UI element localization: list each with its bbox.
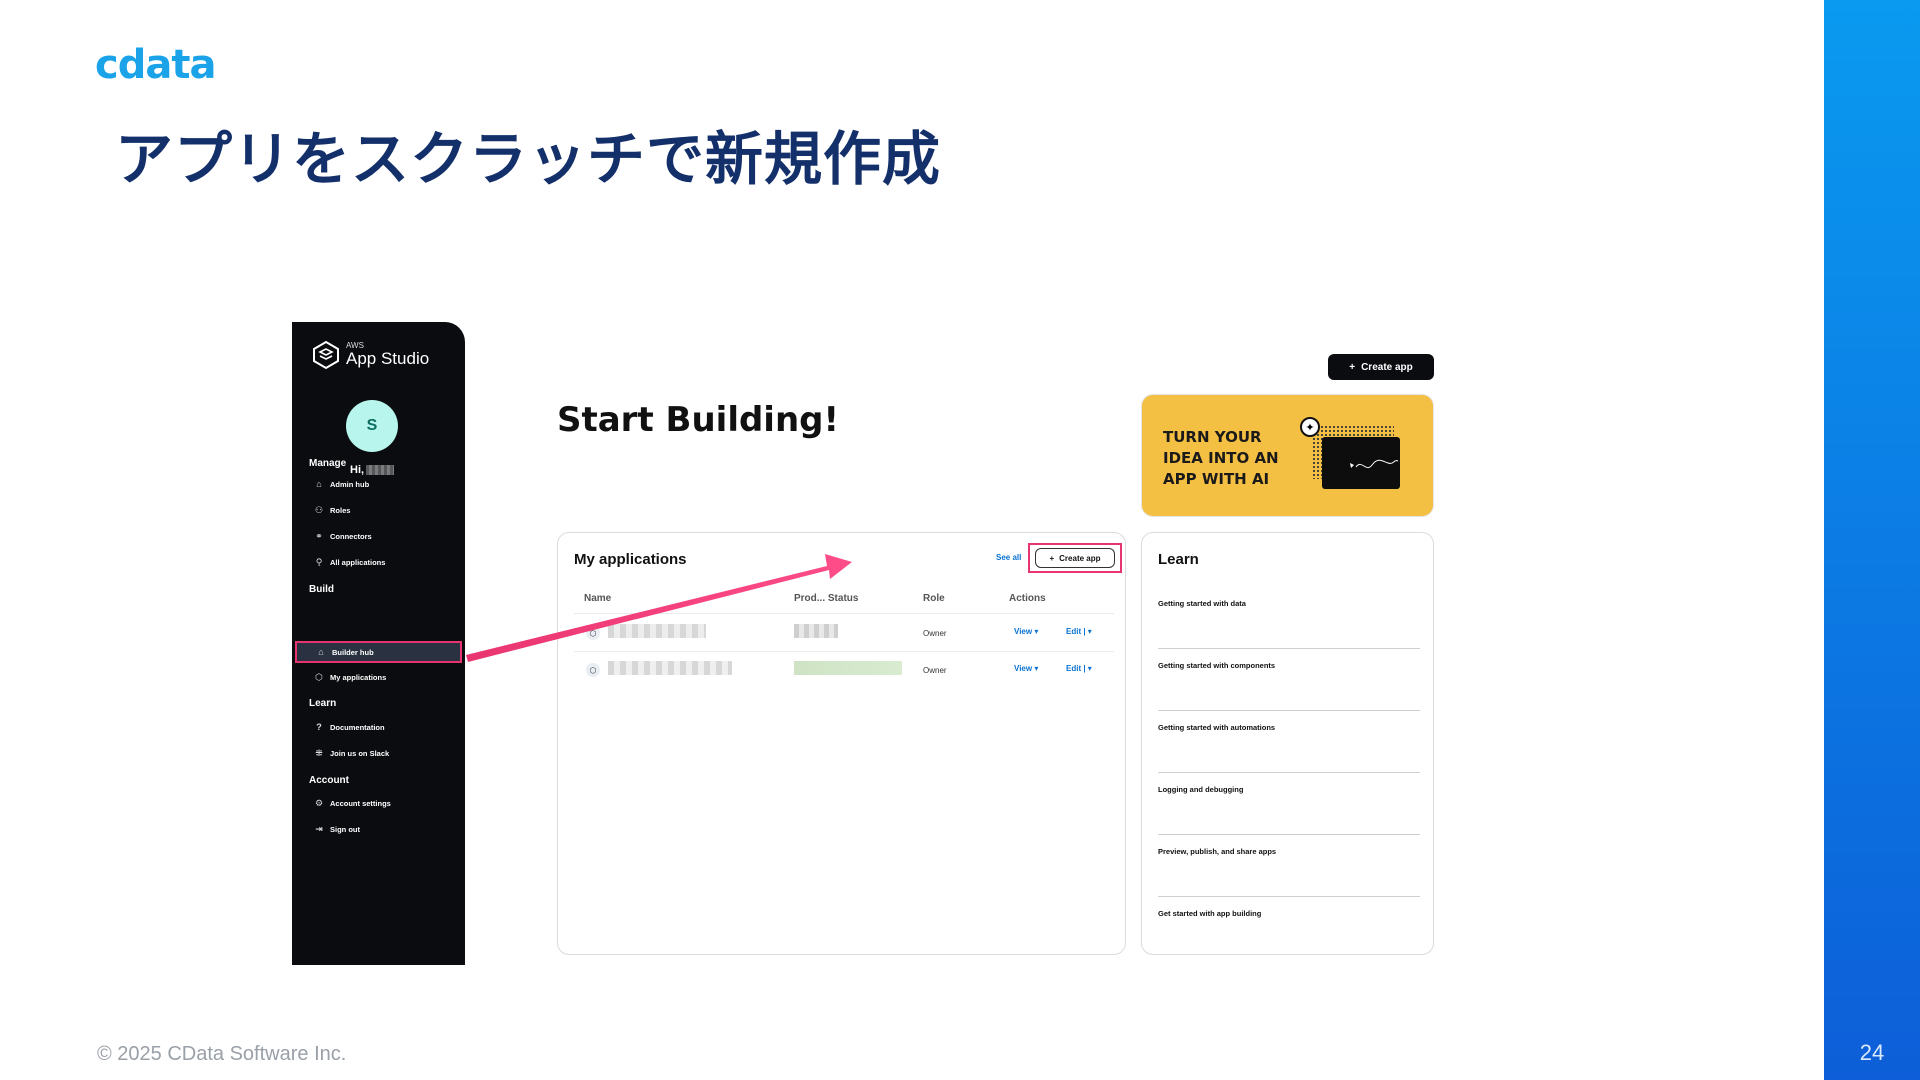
- gear-icon: ⚙: [314, 797, 324, 808]
- sidebar-item-label: Documentation: [330, 722, 385, 732]
- caret-down-icon: ▾: [1034, 627, 1039, 636]
- row-divider: [574, 613, 1114, 614]
- create-app-label: Create app: [1059, 553, 1101, 563]
- sidebar-item-label: Admin hub: [330, 479, 370, 489]
- sidebar-item-all-applications[interactable]: ⚲ All applications: [309, 551, 459, 573]
- learn-item[interactable]: Preview, publish, and share apps: [1158, 835, 1420, 897]
- sidebar-item-label: All applications: [330, 557, 386, 567]
- column-header-prod-status[interactable]: Prod... Status: [794, 593, 858, 604]
- copyright: © 2025 CData Software Inc.: [97, 1043, 347, 1065]
- caret-down-icon: ▾: [1087, 664, 1092, 673]
- role-cell: Owner: [923, 629, 947, 638]
- app-row-icon: ⬡: [586, 663, 600, 677]
- view-dropdown[interactable]: View ▾: [1014, 664, 1038, 673]
- redacted-app-name[interactable]: [608, 624, 706, 638]
- app-studio-logo[interactable]: AWS App Studio: [312, 340, 429, 370]
- app-icon: ⬡: [315, 671, 323, 682]
- sidebar-item-label: My applications: [330, 672, 387, 682]
- learn-card: Learn Getting started with data Getting …: [1141, 532, 1434, 955]
- edit-dropdown[interactable]: Edit | ▾: [1066, 627, 1092, 636]
- squiggle-icon: [1350, 459, 1399, 469]
- create-app-highlight: + Create app: [1028, 543, 1122, 573]
- section-manage: Manage: [309, 458, 347, 469]
- start-building-title: Start Building!: [557, 400, 840, 440]
- create-app-button[interactable]: + Create app: [1328, 354, 1434, 380]
- sidebar-item-builder-hub[interactable]: ⌂ Builder hub: [295, 641, 462, 663]
- sidebar-item-label: Join us on Slack: [330, 748, 390, 758]
- cdata-logo: cdata: [95, 42, 216, 88]
- edit-label: Edit: [1066, 627, 1082, 636]
- ai-banner-text: TURN YOUR IDEA INTO AN APP WITH AI: [1163, 428, 1279, 488]
- avatar[interactable]: S: [346, 400, 398, 452]
- plus-icon: +: [1349, 361, 1356, 373]
- app-studio-hex-icon: [313, 340, 339, 370]
- learn-title: Learn: [1158, 551, 1199, 568]
- app-studio-name: App Studio: [346, 348, 430, 368]
- sidebar-item-label: Connectors: [330, 531, 372, 541]
- learn-item[interactable]: Getting started with data: [1158, 587, 1420, 649]
- plus-icon: +: [1049, 553, 1055, 563]
- sidebar-item-my-applications[interactable]: ⬡ My applications: [309, 666, 459, 688]
- learn-item[interactable]: Logging and debugging: [1158, 773, 1420, 835]
- view-dropdown[interactable]: View ▾: [1014, 627, 1038, 636]
- caret-down-icon: ▾: [1087, 627, 1092, 636]
- sidebar-item-sign-out[interactable]: ⇥ Sign out: [309, 818, 459, 840]
- view-label: View: [1014, 627, 1033, 636]
- redacted-status: [794, 661, 902, 675]
- question-icon: ?: [316, 722, 322, 732]
- my-applications-title: My applications: [574, 551, 687, 568]
- sidebar: AWS App Studio S Hi, Manage ⌂ Admin hub ⚇…: [292, 322, 465, 965]
- page-number: 24: [1859, 1040, 1885, 1065]
- home-icon: ⌂: [318, 647, 324, 657]
- users-icon: ⚇: [314, 504, 324, 515]
- home-icon: ⌂: [316, 479, 322, 489]
- create-app-button-card[interactable]: + Create app: [1035, 548, 1115, 568]
- apps-search-icon: ⚲: [315, 556, 323, 567]
- column-header-name[interactable]: Name: [584, 593, 611, 604]
- edit-dropdown[interactable]: Edit | ▾: [1066, 664, 1092, 673]
- caret-down-icon: ▾: [1034, 664, 1039, 673]
- sidebar-item-roles[interactable]: ⚇ Roles: [309, 499, 459, 521]
- link-icon: ⚭: [315, 530, 323, 541]
- screen-illustration: [1322, 437, 1400, 489]
- sidebar-item-join-slack[interactable]: ⁜ Join us on Slack: [309, 742, 459, 764]
- learn-item[interactable]: Getting started with automations: [1158, 711, 1420, 773]
- ai-banner[interactable]: TURN YOUR IDEA INTO AN APP WITH AI ✦: [1141, 394, 1434, 517]
- app-studio-screenshot: AWS App Studio S Hi, Manage ⌂ Admin hub ⚇…: [292, 322, 1442, 967]
- my-applications-card: My applications See all + Create app Name…: [557, 532, 1126, 955]
- sidebar-item-label: Sign out: [330, 824, 360, 834]
- sign-out-icon: ⇥: [315, 823, 323, 834]
- section-build: Build: [309, 584, 334, 595]
- column-header-role[interactable]: Role: [923, 593, 945, 604]
- section-account: Account: [309, 775, 349, 786]
- slide-title: アプリをスクラッチで新規作成: [115, 125, 942, 193]
- right-accent-band: [1824, 0, 1920, 1080]
- sidebar-item-label: Roles: [330, 505, 351, 515]
- sidebar-item-label: Builder hub: [332, 647, 374, 657]
- sidebar-item-account-settings[interactable]: ⚙ Account settings: [309, 792, 459, 814]
- slack-icon: ⁜: [315, 747, 323, 758]
- edit-label: Edit: [1066, 664, 1082, 673]
- see-all-link[interactable]: See all: [996, 553, 1021, 562]
- section-learn: Learn: [309, 698, 337, 709]
- sidebar-item-documentation[interactable]: ? Documentation: [309, 716, 459, 738]
- view-label: View: [1014, 664, 1033, 673]
- redacted-status: [794, 624, 838, 638]
- redacted-app-name[interactable]: [608, 661, 732, 675]
- sparkle-icon: ✦: [1300, 417, 1320, 437]
- sidebar-item-admin-hub[interactable]: ⌂ Admin hub: [309, 473, 459, 495]
- sidebar-item-connectors[interactable]: ⚭ Connectors: [309, 525, 459, 547]
- app-row-icon: ⬡: [586, 626, 600, 640]
- role-cell: Owner: [923, 666, 947, 675]
- create-app-label: Create app: [1361, 361, 1413, 373]
- learn-item[interactable]: Get started with app building: [1158, 897, 1420, 959]
- column-header-actions: Actions: [1009, 593, 1046, 604]
- row-divider: [574, 651, 1114, 652]
- sidebar-item-label: Account settings: [330, 798, 391, 808]
- learn-item[interactable]: Getting started with components: [1158, 649, 1420, 711]
